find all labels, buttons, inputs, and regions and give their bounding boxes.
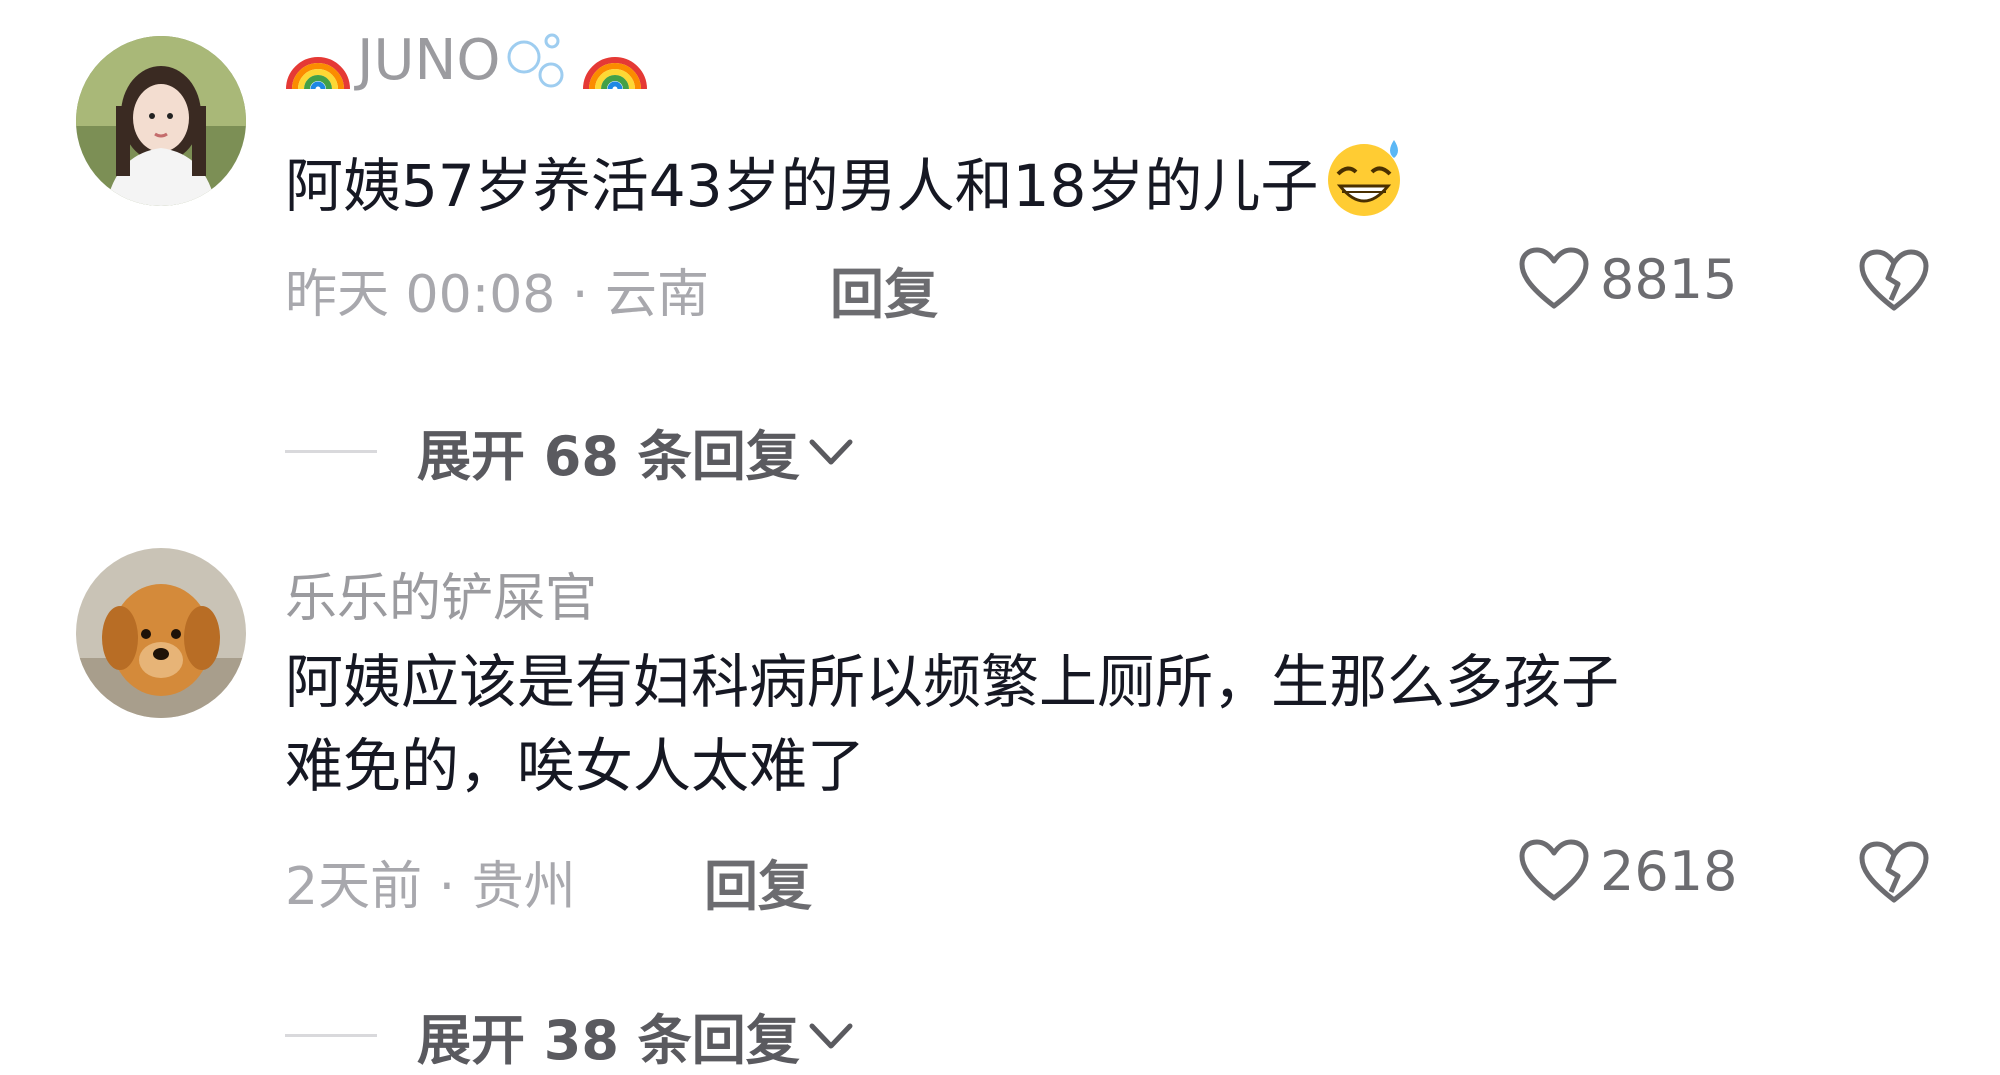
avatar[interactable]	[76, 36, 246, 206]
username-text: JUNO	[357, 28, 501, 93]
like-button[interactable]: 8815	[1518, 246, 1737, 312]
dislike-button[interactable]	[1858, 840, 1930, 910]
reply-button[interactable]: 回复	[704, 842, 812, 921]
avatar[interactable]	[76, 548, 246, 718]
chevron-down-icon	[809, 439, 853, 464]
expand-replies-label: 展开 38 条回复	[417, 1009, 800, 1072]
like-count: 2618	[1600, 839, 1738, 903]
rainbow-icon	[583, 56, 648, 89]
comment-text-line: 阿姨应该是有妇科病所以频繁上厕所，生那么多孩子	[285, 648, 1620, 716]
time-location: 2天前 · 贵州	[285, 857, 576, 917]
divider-line	[285, 1034, 377, 1037]
rainbow-icon	[286, 56, 350, 89]
expand-replies-button[interactable]: 展开 38 条回复	[285, 996, 856, 1075]
chevron-down-icon	[809, 1023, 853, 1048]
broken-heart-icon	[1859, 841, 1929, 903]
expand-replies-button[interactable]: 展开 68 条回复	[285, 412, 856, 491]
username[interactable]: JUNO	[285, 28, 648, 93]
heart-icon	[1519, 839, 1589, 901]
reply-button[interactable]: 回复	[830, 250, 938, 329]
comment-text: 阿姨应该是有妇科病所以频繁上厕所，生那么多孩子 难免的，唉女人太难了	[285, 640, 1619, 808]
broken-heart-icon	[1859, 249, 1929, 311]
comment-text-content: 阿姨57岁养活43岁的男人和18岁的儿子	[285, 152, 1319, 220]
dislike-button[interactable]	[1858, 248, 1930, 318]
divider-line	[285, 450, 377, 453]
grinning-sweat-emoji	[1328, 140, 1401, 216]
like-count: 8815	[1600, 247, 1738, 311]
heart-icon	[1519, 247, 1589, 309]
expand-replies-label: 展开 68 条回复	[417, 425, 800, 488]
comment-text-line: 难免的，唉女人太难了	[285, 732, 866, 800]
username[interactable]: 乐乐的铲屎官	[285, 556, 597, 631]
comment-text: 阿姨57岁养活43岁的男人和18岁的儿子	[285, 136, 1408, 228]
time-location: 昨天 00:08 · 云南	[285, 265, 709, 325]
like-button[interactable]: 2618	[1518, 838, 1737, 904]
bubbles-icon	[507, 33, 564, 87]
